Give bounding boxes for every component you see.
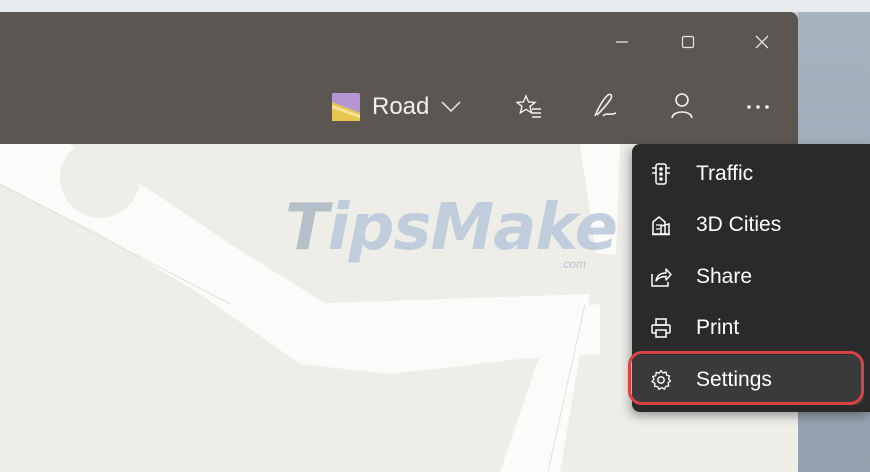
maximize-icon — [681, 35, 695, 49]
more-options-menu: Traffic 3D Cities Share Print Settings — [632, 144, 870, 412]
minimize-icon — [616, 41, 628, 43]
menu-item-label: Print — [696, 316, 740, 339]
maximize-button[interactable] — [662, 22, 714, 62]
close-icon — [755, 35, 769, 49]
more-icon — [747, 105, 769, 109]
watermark-suffix: .com — [560, 257, 587, 271]
menu-item-label: Traffic — [696, 162, 754, 185]
menu-item-traffic[interactable]: Traffic — [632, 152, 870, 196]
desktop-background — [0, 0, 870, 12]
printer-icon — [650, 317, 672, 339]
share-icon — [650, 266, 672, 288]
favorites-button[interactable] — [516, 94, 542, 118]
watermark: TipsMake — [285, 191, 618, 265]
menu-item-3d-cities[interactable]: 3D Cities — [632, 203, 870, 247]
ink-pen-icon — [594, 93, 617, 117]
menu-item-label: Settings — [696, 368, 772, 391]
ink-button[interactable] — [592, 92, 618, 120]
menu-item-settings[interactable]: Settings — [632, 355, 870, 405]
3d-buildings-icon — [650, 214, 672, 236]
account-button[interactable] — [670, 92, 694, 120]
account-icon — [671, 93, 693, 119]
map-style-thumbnail-icon — [332, 93, 360, 121]
favorites-icon — [516, 94, 541, 118]
minimize-button[interactable] — [596, 22, 648, 62]
menu-item-label: Share — [696, 265, 753, 288]
title-bar: Road — [0, 12, 798, 144]
chevron-down-icon — [441, 101, 461, 113]
more-button[interactable] — [746, 104, 770, 110]
menu-item-label: 3D Cities — [696, 213, 782, 236]
menu-item-share[interactable]: Share — [632, 255, 870, 299]
map-style-label: Road — [372, 93, 430, 120]
menu-item-print[interactable]: Print — [632, 306, 870, 350]
traffic-light-icon — [650, 163, 672, 185]
map-style-button[interactable]: Road — [332, 90, 461, 124]
gear-icon — [650, 369, 672, 391]
close-button[interactable] — [736, 22, 788, 62]
